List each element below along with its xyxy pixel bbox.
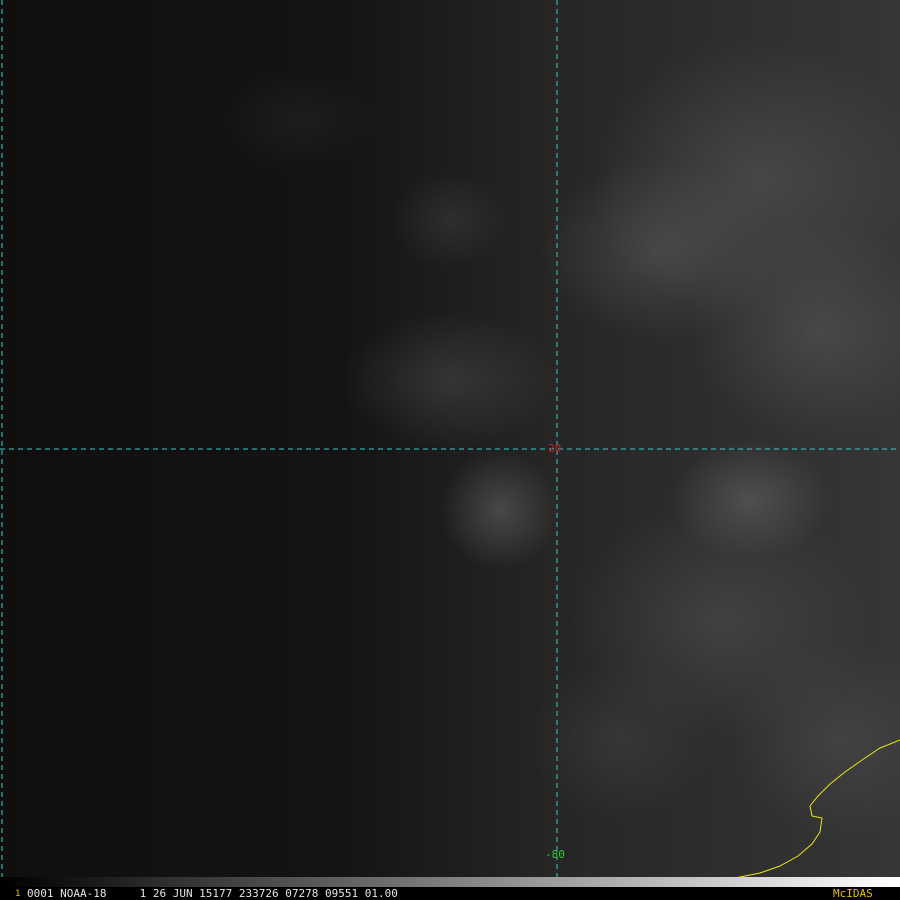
image-info-text: 0001 NOAA-18 1 26 JUN 15177 233726 07278… (27, 887, 398, 900)
grayscale-calibration-strip (0, 877, 900, 887)
longitude-label: -80 (545, 848, 565, 861)
satellite-imagery (0, 0, 900, 888)
latitude-label: 20 (548, 442, 562, 455)
satellite-image-frame: 20 -80 1 0001 NOAA-18 1 26 JUN 15177 233… (0, 0, 900, 900)
frame-number: 1 (15, 889, 21, 899)
software-label: McIDAS (833, 887, 873, 900)
